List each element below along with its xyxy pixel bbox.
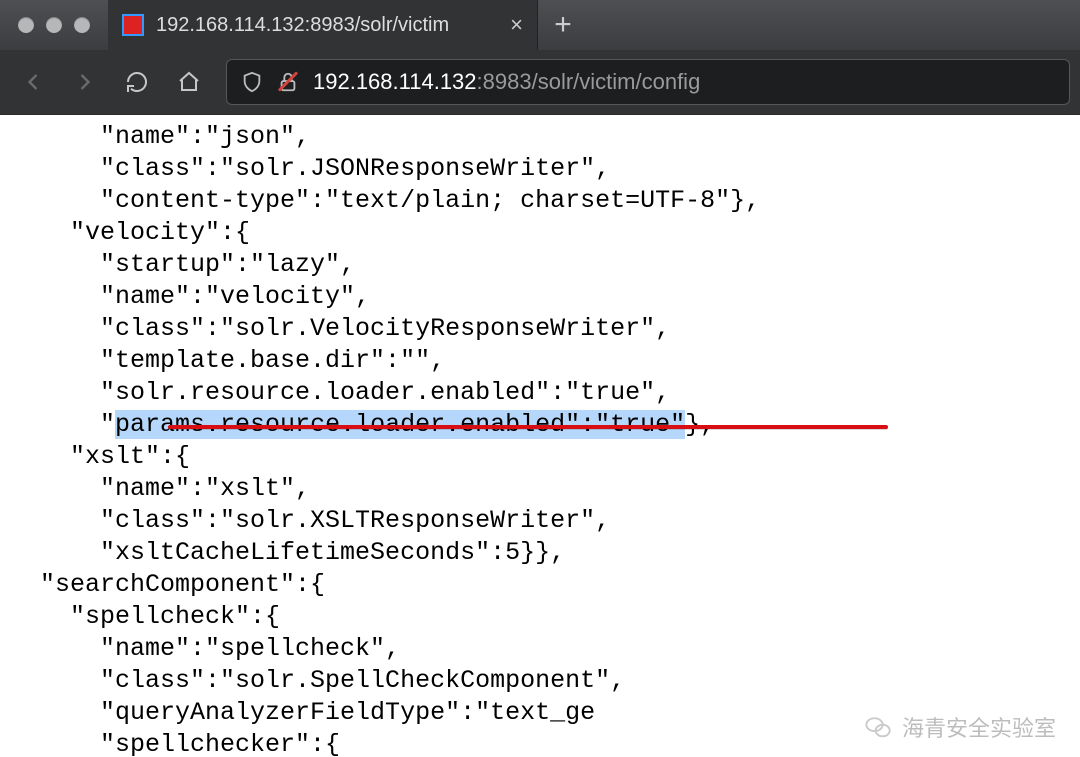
url-path: /solr/victim/config bbox=[532, 69, 701, 94]
code-line: "content-type":"text/plain; charset=UTF-… bbox=[10, 185, 1070, 217]
reload-icon bbox=[125, 70, 149, 94]
code-line: "class":"solr.XSLTResponseWriter", bbox=[10, 505, 1070, 537]
underline-annotation bbox=[168, 425, 888, 429]
code-line: "xsltCacheLifetimeSeconds":5}}, bbox=[10, 537, 1070, 569]
zoom-window-button[interactable] bbox=[74, 17, 90, 33]
minimize-window-button[interactable] bbox=[46, 17, 62, 33]
code-line: "class":"solr.SpellCheckComponent", bbox=[10, 665, 1070, 697]
code-line: "class":"solr.VelocityResponseWriter", bbox=[10, 313, 1070, 345]
close-tab-icon[interactable]: × bbox=[510, 12, 523, 38]
window-chrome: 192.168.114.132:8983/solr/victim × + bbox=[0, 0, 1080, 115]
browser-tab[interactable]: 192.168.114.132:8983/solr/victim × bbox=[108, 0, 538, 50]
shield-icon[interactable] bbox=[241, 71, 263, 93]
home-icon bbox=[177, 70, 201, 94]
watermark-text: 海青安全实验室 bbox=[902, 711, 1056, 743]
address-bar[interactable]: 192.168.114.132:8983/solr/victim/config bbox=[226, 59, 1070, 105]
code-line: "velocity":{ bbox=[10, 217, 1070, 249]
url-host: 192.168.114.132 bbox=[313, 69, 477, 94]
titlebar: 192.168.114.132:8983/solr/victim × + bbox=[0, 0, 1080, 50]
arrow-left-icon bbox=[19, 68, 47, 96]
wechat-icon bbox=[862, 713, 894, 741]
reload-button[interactable] bbox=[114, 59, 160, 105]
favicon-icon bbox=[122, 14, 144, 36]
code-line: "spellcheck":{ bbox=[10, 601, 1070, 633]
code-line: "name":"json", bbox=[10, 121, 1070, 153]
tab-title: 192.168.114.132:8983/solr/victim bbox=[156, 14, 498, 37]
watermark: 海青安全实验室 bbox=[862, 711, 1056, 743]
home-button[interactable] bbox=[166, 59, 212, 105]
page-content[interactable]: "name":"json", "class":"solr.JSONRespons… bbox=[0, 115, 1080, 757]
code-line: "startup":"lazy", bbox=[10, 249, 1070, 281]
code-line: "searchComponent":{ bbox=[10, 569, 1070, 601]
url-port: :8983 bbox=[477, 69, 532, 94]
traffic-lights bbox=[0, 17, 108, 33]
code-line: "name":"xslt", bbox=[10, 473, 1070, 505]
code-line: "solr.resource.loader.enabled":"true", bbox=[10, 377, 1070, 409]
toolbar: 192.168.114.132:8983/solr/victim/config bbox=[0, 50, 1080, 114]
forward-button[interactable] bbox=[62, 59, 108, 105]
lock-insecure-icon[interactable] bbox=[277, 71, 299, 93]
back-button[interactable] bbox=[10, 59, 56, 105]
new-tab-button[interactable]: + bbox=[538, 0, 588, 50]
code-line: "class":"solr.JSONResponseWriter", bbox=[10, 153, 1070, 185]
url-text: 192.168.114.132:8983/solr/victim/config bbox=[313, 69, 700, 95]
arrow-right-icon bbox=[71, 68, 99, 96]
code-line: "name":"velocity", bbox=[10, 281, 1070, 313]
code-line: "name":"spellcheck", bbox=[10, 633, 1070, 665]
code-line: "xslt":{ bbox=[10, 441, 1070, 473]
code-line: "template.base.dir":"", bbox=[10, 345, 1070, 377]
tabs-row: 192.168.114.132:8983/solr/victim × + bbox=[108, 0, 1080, 50]
close-window-button[interactable] bbox=[18, 17, 34, 33]
